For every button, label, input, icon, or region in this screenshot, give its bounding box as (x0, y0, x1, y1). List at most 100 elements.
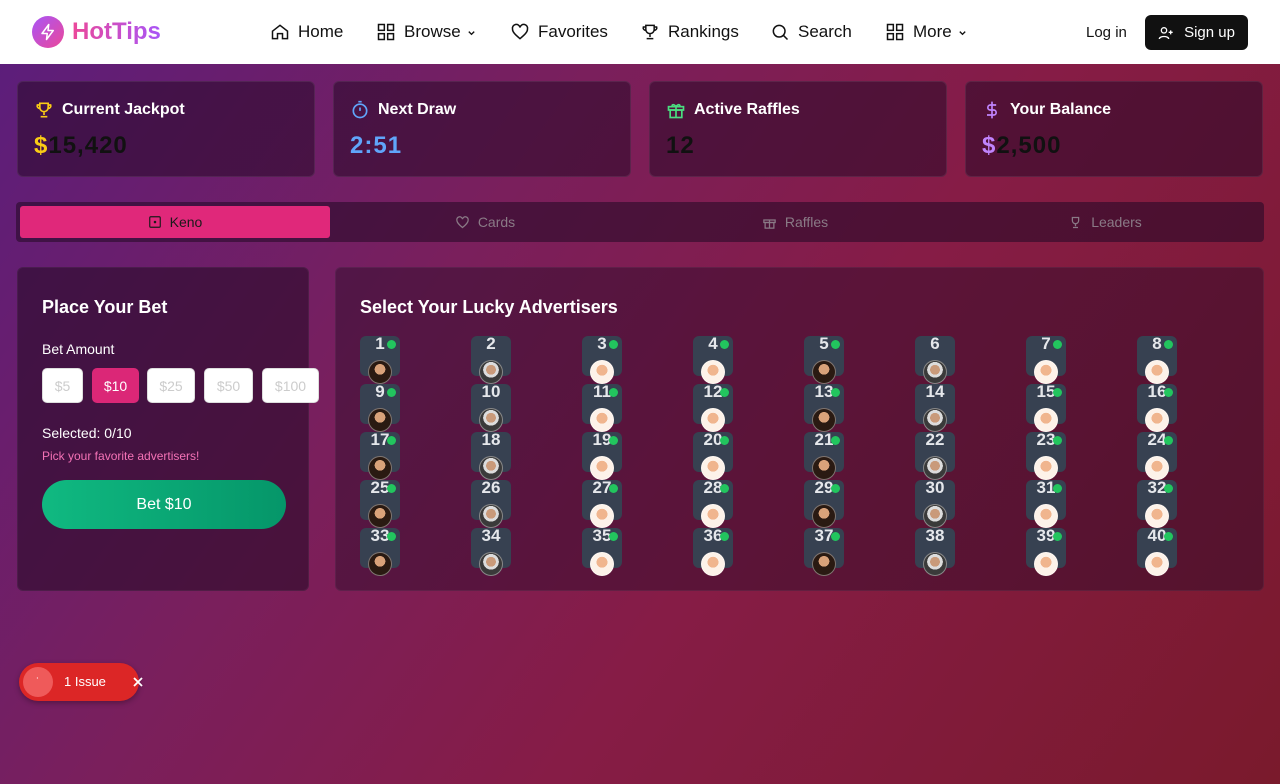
advertiser-tile[interactable]: 6 (915, 334, 955, 384)
bet-amount-10[interactable]: $10 (92, 368, 139, 403)
stat-card-jackpot: Current Jackpot $15,420 (17, 81, 315, 177)
advertiser-tile[interactable]: 33 (360, 526, 400, 576)
nav-favorites[interactable]: Favorites (510, 20, 608, 44)
avatar (812, 360, 836, 384)
advertiser-tile[interactable]: 37 (804, 526, 844, 576)
signup-button[interactable]: Sign up (1145, 15, 1248, 50)
avatar (923, 456, 947, 480)
advertiser-tile[interactable]: 1 (360, 334, 400, 384)
login-link[interactable]: Log in (1086, 24, 1127, 41)
advertiser-tile[interactable]: 3 (582, 334, 622, 384)
avatar (368, 552, 392, 576)
advertiser-tile[interactable]: 14 (915, 382, 955, 432)
avatar (1034, 504, 1058, 528)
balance-value: 2,500 (996, 132, 1062, 159)
nav-home[interactable]: Home (270, 20, 343, 44)
stat-card-balance: Your Balance $2,500 (965, 81, 1263, 177)
advertiser-tile[interactable]: 26 (471, 478, 511, 528)
advertiser-tile[interactable]: 35 (582, 526, 622, 576)
tile-number: 34 (481, 526, 501, 545)
avatar (479, 504, 503, 528)
heart-icon (511, 23, 529, 40)
advertiser-tile[interactable]: 22 (915, 430, 955, 480)
tile-number: 14 (925, 382, 945, 401)
advertiser-tile[interactable]: 36 (693, 526, 733, 576)
online-status-dot (720, 388, 729, 397)
avatar (701, 456, 725, 480)
advertiser-grid-panel: Select Your Lucky Advertisers 1234567891… (335, 267, 1264, 591)
advertiser-tile[interactable]: 34 (471, 526, 511, 576)
bet-amount-50[interactable]: $50 (204, 368, 253, 403)
advertiser-tile[interactable]: 25 (360, 478, 400, 528)
advertiser-tile[interactable]: 2 (471, 334, 511, 384)
avatar (923, 552, 947, 576)
tile-number: 26 (481, 478, 501, 497)
advertiser-tile[interactable]: 23 (1026, 430, 1066, 480)
nav-search[interactable]: Search (770, 20, 852, 44)
top-navbar: HotTips Home Browse Favorites Rankings S… (0, 0, 1280, 64)
nav-browse[interactable]: Browse (376, 20, 476, 44)
advertiser-tile[interactable]: 11 (582, 382, 622, 432)
bet-amount-5[interactable]: $5 (42, 368, 83, 403)
advertiser-tile[interactable]: 38 (915, 526, 955, 576)
advertiser-tile[interactable]: 18 (471, 430, 511, 480)
advertiser-tile[interactable]: 5 (804, 334, 844, 384)
nav-home-label: Home (298, 22, 344, 41)
advertiser-tile[interactable]: 24 (1137, 430, 1177, 480)
close-icon[interactable] (131, 675, 145, 689)
avatar (1034, 456, 1058, 480)
advertiser-tile[interactable]: 32 (1137, 478, 1177, 528)
avatar (479, 360, 503, 384)
avatar (368, 456, 392, 480)
tile-number: 38 (925, 526, 945, 545)
bet-amount-25[interactable]: $25 (147, 368, 195, 403)
tile-number: 2 (486, 334, 496, 353)
avatar (701, 360, 725, 384)
advertiser-tile[interactable]: 20 (693, 430, 733, 480)
advertiser-tile[interactable]: 40 (1137, 526, 1177, 576)
advertiser-tile[interactable]: 29 (804, 478, 844, 528)
advertiser-tile[interactable]: 15 (1026, 382, 1066, 432)
place-bet-button[interactable]: Bet $10 (42, 480, 286, 529)
advertiser-tile[interactable]: 13 (804, 382, 844, 432)
signup-label: Sign up (1184, 24, 1235, 41)
avatar (1145, 456, 1169, 480)
advertiser-tile[interactable]: 10 (471, 382, 511, 432)
advertiser-tile[interactable]: 31 (1026, 478, 1066, 528)
advertiser-tile[interactable]: 8 (1137, 334, 1177, 384)
tab-raffles[interactable]: Raffles (640, 206, 950, 238)
advertiser-tile[interactable]: 12 (693, 382, 733, 432)
avatar (1145, 504, 1169, 528)
nav-rankings-label: Rankings (668, 22, 739, 41)
advertiser-tile[interactable]: 30 (915, 478, 955, 528)
online-status-dot (387, 532, 396, 541)
advertiser-tile[interactable]: 21 (804, 430, 844, 480)
advertiser-tile[interactable]: 19 (582, 430, 622, 480)
advertiser-tile[interactable]: 16 (1137, 382, 1177, 432)
nav-more[interactable]: More (885, 20, 967, 44)
avatar (1145, 552, 1169, 576)
brand-logo[interactable]: HotTips (32, 16, 161, 48)
online-status-dot (1164, 532, 1173, 541)
advertiser-tile[interactable]: 28 (693, 478, 733, 528)
pick-hint: Pick your favorite advertisers! (42, 449, 200, 463)
tab-leaders[interactable]: Leaders (950, 206, 1260, 238)
avatar (1034, 552, 1058, 576)
stat-label: Next Draw (378, 101, 457, 118)
advertiser-tile[interactable]: 9 (360, 382, 400, 432)
avatar (812, 552, 836, 576)
advertiser-tile[interactable]: 39 (1026, 526, 1066, 576)
grid-icon (377, 23, 395, 41)
advertiser-tile[interactable]: 27 (582, 478, 622, 528)
bet-amount-100[interactable]: $100 (262, 368, 319, 403)
jackpot-value: 15,420 (48, 132, 128, 159)
avatar (812, 504, 836, 528)
issue-indicator[interactable]: ˙ 1 Issue (19, 663, 143, 701)
avatar (479, 552, 503, 576)
tab-cards[interactable]: Cards (330, 206, 640, 238)
nav-rankings[interactable]: Rankings (640, 20, 739, 44)
advertiser-tile[interactable]: 17 (360, 430, 400, 480)
tab-keno[interactable]: Keno (20, 206, 330, 238)
advertiser-tile[interactable]: 7 (1026, 334, 1066, 384)
advertiser-tile[interactable]: 4 (693, 334, 733, 384)
